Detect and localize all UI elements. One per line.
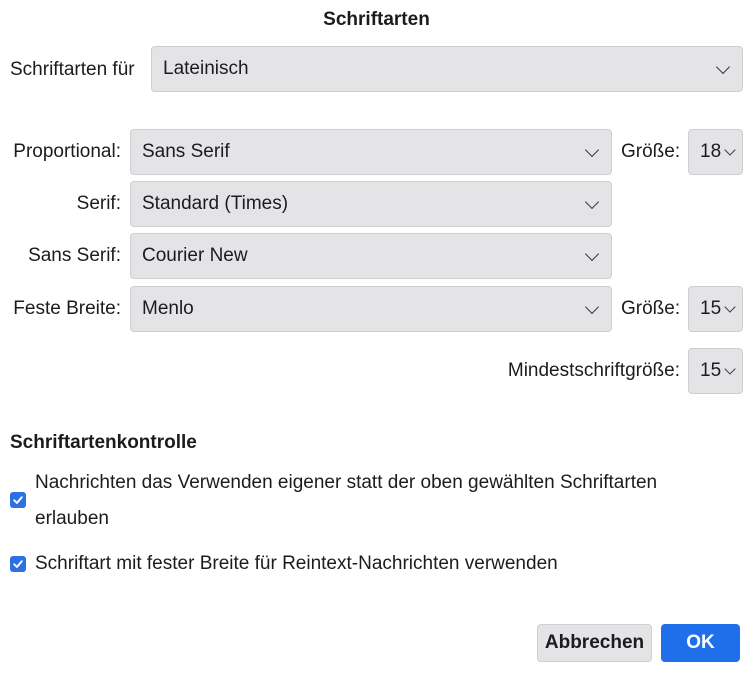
monospace-font-select[interactable]: Menlo [130, 286, 612, 332]
monospace-font-value: Menlo [142, 298, 194, 319]
chevron-down-icon [724, 301, 736, 313]
monospace-plaintext-label[interactable]: Schriftart mit fester Breite für Reintex… [35, 546, 735, 582]
monospace-size-select[interactable]: 15 [688, 286, 743, 332]
monospace-plaintext-checkbox[interactable] [10, 556, 26, 572]
checkmark-icon [13, 496, 23, 504]
script-label: Schriftarten für [10, 59, 135, 80]
proportional-size-select[interactable]: 18 [688, 129, 743, 175]
chevron-down-icon [715, 59, 731, 74]
proportional-size-value: 18 [700, 141, 722, 162]
proportional-font-value: Sans Serif [142, 141, 230, 162]
cancel-button[interactable]: Abbrechen [537, 624, 652, 662]
script-select-value: Lateinisch [163, 58, 249, 79]
chevron-down-icon [724, 363, 736, 375]
chevron-down-icon [584, 299, 600, 314]
serif-font-value: Standard (Times) [142, 193, 289, 214]
checkmark-icon [13, 560, 23, 568]
font-control-heading: Schriftartenkontrolle [10, 432, 197, 453]
script-select[interactable]: Lateinisch [151, 46, 743, 92]
proportional-size-label: Größe: [621, 141, 681, 162]
minimum-size-label: Mindestschriftgröße: [507, 360, 680, 381]
serif-label: Serif: [76, 193, 121, 214]
chevron-down-icon [724, 144, 736, 156]
monospace-label: Feste Breite: [13, 298, 121, 319]
chevron-down-icon [584, 246, 600, 261]
chevron-down-icon [584, 194, 600, 209]
monospace-size-label: Größe: [621, 298, 681, 319]
allow-message-fonts-checkbox[interactable] [10, 492, 26, 508]
sans-serif-font-value: Courier New [142, 245, 248, 266]
monospace-size-value: 15 [700, 298, 722, 319]
minimum-size-value: 15 [700, 360, 722, 381]
proportional-label: Proportional: [13, 141, 121, 162]
minimum-size-select[interactable]: 15 [688, 348, 743, 394]
dialog-title: Schriftarten [323, 9, 430, 30]
serif-font-select[interactable]: Standard (Times) [130, 181, 612, 227]
chevron-down-icon [584, 142, 600, 157]
ok-button[interactable]: OK [661, 624, 740, 662]
fonts-dialog: Schriftarten Schriftarten für Lateinisch… [0, 0, 753, 677]
allow-message-fonts-label[interactable]: Nachrichten das Verwenden eigener statt … [35, 465, 735, 537]
sans-serif-font-select[interactable]: Courier New [130, 233, 612, 279]
sans-serif-label: Sans Serif: [28, 245, 121, 266]
proportional-font-select[interactable]: Sans Serif [130, 129, 612, 175]
